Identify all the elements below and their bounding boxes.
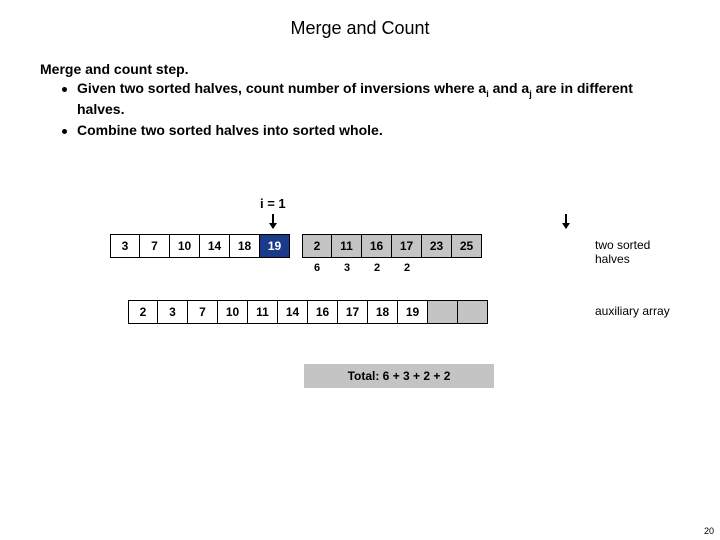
- half-cell: 19: [260, 234, 290, 258]
- half-cell: 16: [362, 234, 392, 258]
- half-cell: 14: [200, 234, 230, 258]
- arrow-down-icon: [272, 214, 274, 228]
- bullet-text: Given two sorted halves, count number of…: [77, 79, 680, 119]
- section-heading: Merge and count step.: [40, 61, 680, 77]
- aux-cell: 14: [278, 300, 308, 324]
- aux-cell: 11: [248, 300, 278, 324]
- count-value: [452, 262, 482, 274]
- page-number: 20: [704, 526, 714, 536]
- index-i-label: i = 1: [260, 196, 286, 211]
- aux-cell: 16: [308, 300, 338, 324]
- half-cell: 17: [392, 234, 422, 258]
- content-block: Merge and count step. Given two sorted h…: [0, 39, 720, 446]
- bullet-dot-icon: [62, 87, 67, 92]
- auxiliary-array-row: 23710111416171819: [128, 300, 488, 324]
- half-cell: 3: [110, 234, 140, 258]
- count-value: 2: [392, 262, 422, 274]
- halves-label: two sorted halves: [595, 238, 680, 266]
- aux-cell: 18: [368, 300, 398, 324]
- half-cell: 23: [422, 234, 452, 258]
- aux-cell: 10: [218, 300, 248, 324]
- half-cell: 18: [230, 234, 260, 258]
- inversion-counts-row: 6322: [302, 262, 482, 274]
- bullet-text: Combine two sorted halves into sorted wh…: [77, 121, 383, 140]
- count-value: [422, 262, 452, 274]
- total-box: Total: 6 + 3 + 2 + 2: [304, 364, 494, 388]
- aux-cell: 7: [188, 300, 218, 324]
- sorted-halves-row: 3710141819 21116172325: [110, 234, 482, 258]
- aux-cell: 2: [128, 300, 158, 324]
- bullet-dot-icon: [62, 129, 67, 134]
- half-cell: 11: [332, 234, 362, 258]
- half-cell: 7: [140, 234, 170, 258]
- half-cell: 2: [302, 234, 332, 258]
- arrow-down-icon: [565, 214, 567, 228]
- bullet-item: Given two sorted halves, count number of…: [62, 79, 680, 119]
- diagram: i = 1 371014181921116172325 6322 2371011…: [40, 196, 680, 446]
- aux-cell: [458, 300, 488, 324]
- half-cell: 25: [452, 234, 482, 258]
- half-cell: 10: [170, 234, 200, 258]
- aux-label: auxiliary array: [595, 304, 670, 318]
- aux-cell: 3: [158, 300, 188, 324]
- count-value: 6: [302, 262, 332, 274]
- aux-cell: 19: [398, 300, 428, 324]
- count-value: 2: [362, 262, 392, 274]
- aux-cell: 17: [338, 300, 368, 324]
- count-value: 3: [332, 262, 362, 274]
- page-title: Merge and Count: [0, 0, 720, 39]
- aux-cell: [428, 300, 458, 324]
- bullet-list: Given two sorted halves, count number of…: [62, 79, 680, 140]
- bullet-item: Combine two sorted halves into sorted wh…: [62, 121, 680, 140]
